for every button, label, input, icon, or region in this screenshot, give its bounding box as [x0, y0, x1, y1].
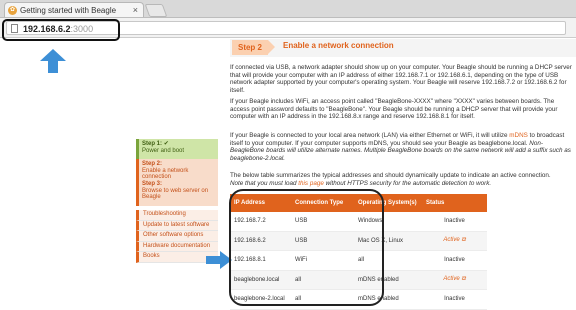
step2-label: Step 2:: [142, 161, 163, 167]
step-header: [230, 39, 576, 57]
step-title: Enable a network connection: [283, 41, 394, 50]
step3-text: Browse to web server on Beagle: [142, 187, 209, 201]
tab-bar: ✿ Getting started with Beagle ×: [0, 0, 576, 18]
col-status: Status: [422, 194, 487, 212]
mdns-link[interactable]: mDNS: [509, 132, 528, 139]
check-icon: ✔: [163, 141, 169, 147]
up-arrow-icon: [40, 49, 66, 73]
beagle-favicon-icon: ✿: [8, 6, 17, 15]
menu-item-troubleshooting[interactable]: Troubleshooting: [136, 210, 218, 221]
step-badge: Step 2: [232, 40, 275, 55]
this-page-link[interactable]: this page: [298, 180, 324, 187]
step1-text: Power and boot: [142, 147, 185, 154]
cell-status: Inactive: [422, 250, 487, 271]
paragraph-table-intro: The below table summarizes the typical a…: [230, 172, 572, 187]
cell-status: Inactive: [422, 289, 487, 310]
paragraph-wifi: If your Beagle includes WiFi, an access …: [230, 98, 558, 121]
paragraph-usb: If connected via USB, a network adapter …: [230, 64, 572, 94]
step3-label: Step 3:: [142, 181, 163, 187]
cell-status-link[interactable]: Active ⧉: [422, 270, 487, 290]
browser-tab[interactable]: ✿ Getting started with Beagle ×: [4, 2, 144, 17]
https-note-b: without HTTPS security for the automatic…: [323, 179, 492, 187]
tab-close-icon[interactable]: ×: [133, 3, 138, 18]
cell-status: Inactive: [422, 212, 487, 232]
sidebar-step-2[interactable]: Step 2: Enable a network connection: [136, 159, 218, 180]
https-note-a: Note that you must load: [230, 179, 299, 187]
step1-label: Step 1:: [142, 141, 163, 147]
sidebar-step-3[interactable]: Step 3: Browse to web server on Beagle: [136, 179, 218, 206]
sidebar-step-1[interactable]: Step 1: ✔ Power and boot: [136, 139, 218, 159]
tab-title: Getting started with Beagle: [20, 6, 117, 15]
table-intro-text: The below table summarizes the typical a…: [230, 172, 551, 179]
paragraph-lan: If your Beagle is connected to your loca…: [230, 132, 572, 162]
lan-text: If your Beagle is connected to your loca…: [230, 132, 510, 139]
new-tab-button[interactable]: [144, 4, 168, 17]
address-highlight-box: [2, 19, 120, 41]
cell-status-link[interactable]: Active ⧉: [422, 231, 487, 251]
menu-item-update-software[interactable]: Update to latest software: [136, 220, 218, 231]
table-highlight-box: [229, 189, 384, 306]
menu-item-other-software[interactable]: Other software options: [136, 231, 218, 242]
